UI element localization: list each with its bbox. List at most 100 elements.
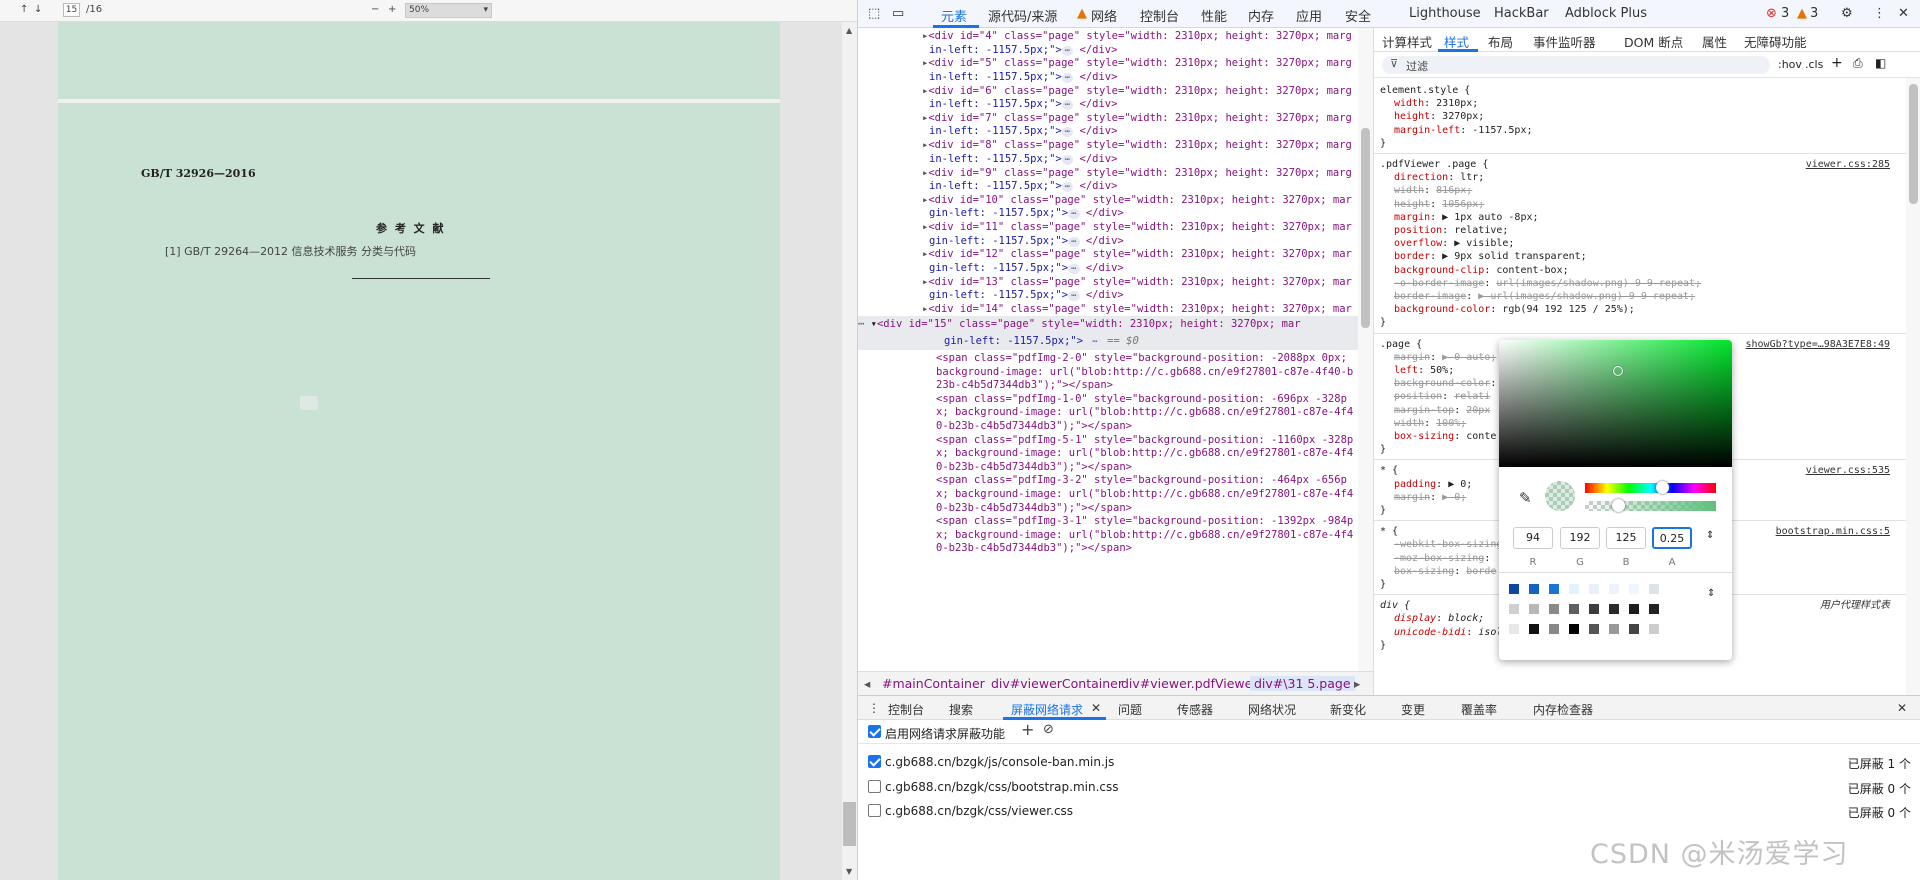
blocked-pattern-row[interactable]: c.gb688.cn/bzgk/js/console-ban.min.js 已屏蔽… (858, 750, 1920, 774)
palette-swatch[interactable] (1649, 624, 1659, 634)
palette-swatch[interactable] (1549, 604, 1559, 614)
pattern-checkbox[interactable] (868, 804, 881, 817)
green-input[interactable]: 192 (1560, 527, 1600, 549)
zoom-in-button[interactable]: + (388, 4, 396, 15)
tab-layout[interactable]: 布局 (1488, 32, 1513, 51)
palette-swatch[interactable] (1509, 624, 1519, 634)
color-gradient-area[interactable] (1499, 340, 1732, 467)
palette-swatch[interactable] (1589, 604, 1599, 614)
tab-event-listeners[interactable]: 事件监听器 (1533, 32, 1596, 51)
warning-count-icon[interactable]: ▲ (1797, 6, 1807, 21)
add-pattern-icon[interactable]: + (1021, 720, 1034, 739)
element-style-close[interactable]: } (1374, 137, 1906, 150)
tab-elements[interactable]: 元素 (941, 6, 967, 25)
inspect-icon[interactable]: ⬚ (868, 6, 880, 21)
tab-console[interactable]: 控制台 (1140, 6, 1179, 25)
pattern-checkbox[interactable] (868, 779, 881, 793)
palette-swatch[interactable] (1569, 604, 1579, 614)
tab-whats-new[interactable]: 新变化 (1330, 701, 1366, 718)
enable-blocking-checkbox[interactable] (868, 725, 881, 738)
palette-swatch[interactable] (1529, 624, 1539, 634)
element-style-property[interactable]: height: 3270px; (1374, 110, 1906, 123)
elements-tree[interactable]: ▸<div id="4" class="page" style="width: … (858, 28, 1373, 671)
dom-span-line[interactable]: 0-b23b-c4b5d7344db3");"></span> (858, 540, 1358, 557)
breadcrumb-item[interactable]: div#viewerContainer (991, 676, 1123, 691)
selected-node-line1[interactable]: ⋯ ▾<div id="15" class="page" style="widt… (858, 316, 1358, 333)
red-input[interactable]: 94 (1513, 527, 1553, 549)
palette-swatch[interactable] (1569, 584, 1579, 594)
cls-toggle[interactable]: .cls (1805, 58, 1823, 71)
gradient-handle[interactable] (1613, 366, 1623, 376)
hov-toggle[interactable]: :hov (1778, 58, 1802, 71)
element-style-property[interactable]: width: 2310px; (1374, 97, 1906, 110)
alpha-slider[interactable] (1585, 501, 1716, 511)
palette-swatch[interactable] (1609, 604, 1619, 614)
close-icon[interactable]: ✕ (1898, 6, 1909, 21)
gear-icon[interactable]: ⚙ (1841, 6, 1853, 21)
element-style-property[interactable]: margin-left: -1157.5px; (1374, 124, 1906, 137)
pdfviewer-page-rule-close[interactable]: } (1374, 316, 1906, 329)
more-menu-icon[interactable]: ⋮ (1873, 6, 1886, 21)
pattern-checkbox[interactable] (868, 755, 881, 768)
pdfviewer-page-rule-property[interactable]: border-image: ▶ url(images/shadow.png) 9… (1374, 290, 1906, 303)
element-style-selector[interactable]: element.style { (1374, 84, 1906, 97)
tab-lighthouse[interactable]: Lighthouse (1409, 6, 1481, 21)
selected-node-line2[interactable]: gin-left: -1157.5px;"> ⋯ == $0 (858, 333, 1358, 350)
page-number-input[interactable]: 15 (63, 3, 80, 17)
tab-memory[interactable]: 内存 (1248, 6, 1274, 25)
add-rule-icon[interactable]: + (1831, 55, 1843, 71)
tab-adblock[interactable]: Adblock Plus (1565, 6, 1647, 21)
tab-hackbar[interactable]: HackBar (1494, 6, 1549, 21)
pdfviewer-page-rule-property[interactable]: position: relative; (1374, 224, 1906, 237)
palette-swatch[interactable] (1529, 604, 1539, 614)
pdfviewer-page-rule-property[interactable]: width: 816px; (1374, 184, 1906, 197)
sidebar-toggle-icon[interactable]: ◧ (1875, 56, 1886, 70)
tab-performance[interactable]: 性能 (1201, 6, 1227, 25)
palette-swatch[interactable] (1609, 624, 1619, 634)
zoom-select[interactable]: 50% ▾ (405, 3, 492, 18)
color-picker[interactable]: ✎ 94 192 125 0.25 ⇕ R G B A ⇕ (1499, 340, 1732, 660)
pdfviewer-page-rule-selector[interactable]: .pdfViewer .page {viewer.css:285 (1374, 158, 1906, 171)
format-toggle-icon[interactable]: ⇕ (1706, 530, 1714, 541)
error-icon[interactable]: ⊗ (1766, 6, 1777, 21)
scrollbar-thumb[interactable] (843, 802, 856, 846)
palette-swatch[interactable] (1589, 584, 1599, 594)
palette-swatch[interactable] (1649, 584, 1659, 594)
scrollbar-thumb[interactable] (1361, 128, 1370, 328)
blue-input[interactable]: 125 (1606, 527, 1646, 549)
tab-search[interactable]: 搜索 (949, 701, 973, 718)
elements-scrollbar[interactable] (1358, 28, 1373, 671)
filter-input[interactable]: ⊽ 过滤 (1382, 56, 1770, 74)
palette-swatch[interactable] (1529, 584, 1539, 594)
tab-issues[interactable]: 问题 (1118, 701, 1142, 718)
pdfviewer-page-rule-property[interactable]: -o-border-image: url(images/shadow.png) … (1374, 277, 1906, 290)
tab-computed[interactable]: 计算样式 (1382, 32, 1432, 51)
breadcrumb-item[interactable]: #mainContainer (882, 676, 985, 691)
pdf-scrollbar[interactable]: ▲ ▼ (842, 22, 857, 880)
alpha-input[interactable]: 0.25 (1652, 527, 1692, 549)
tab-request-blocking[interactable]: 屏蔽网络请求 (1011, 701, 1083, 718)
close-drawer-icon[interactable]: ✕ (1897, 701, 1907, 715)
palette-swatch[interactable] (1629, 584, 1639, 594)
clear-icon[interactable]: ⊘ (1043, 722, 1054, 737)
breadcrumb-item[interactable]: div#\31 5.page (1250, 676, 1355, 691)
pdfviewer-page-rule-property[interactable]: margin: ▶ 1px auto -8px; (1374, 211, 1906, 224)
palette-swatch[interactable] (1609, 584, 1619, 594)
palette-swatch[interactable] (1629, 604, 1639, 614)
tab-properties[interactable]: 属性 (1702, 32, 1727, 51)
chevron-left-icon[interactable]: ◂ (864, 676, 870, 691)
blocked-pattern-row[interactable]: c.gb688.cn/bzgk/css/viewer.css 已屏蔽 0 个 (858, 799, 1920, 823)
palette-swatch[interactable] (1509, 584, 1519, 594)
paint-icon[interactable]: ⎙ (1853, 56, 1863, 71)
palette-swatch[interactable] (1569, 624, 1579, 634)
pdfviewer-page-rule-property[interactable]: background-clip: content-box; (1374, 264, 1906, 277)
tab-changes[interactable]: 变更 (1401, 701, 1425, 718)
tab-network[interactable]: 网络 (1091, 6, 1117, 25)
breadcrumb-item[interactable]: div#viewer.pdfViewer (1121, 676, 1257, 691)
palette-swatch[interactable] (1589, 624, 1599, 634)
pdfviewer-page-rule-property[interactable]: height: 1056px; (1374, 198, 1906, 211)
prev-page-button[interactable]: ↑ (20, 4, 28, 15)
pdfviewer-page-rule-property[interactable]: border: ▶ 9px solid transparent; (1374, 250, 1906, 263)
pdfviewer-page-rule-property[interactable]: background-color: rgb(94 192 125 / 25%); (1374, 303, 1906, 316)
palette-swatch[interactable] (1549, 624, 1559, 634)
